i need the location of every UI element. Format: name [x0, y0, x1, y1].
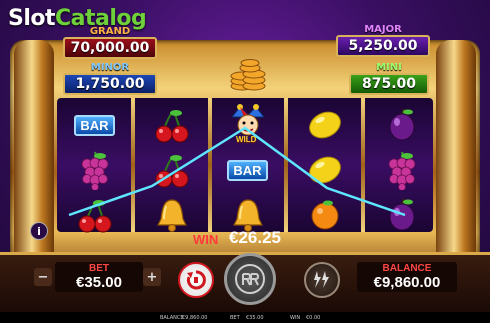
autoplay-icon: [186, 270, 206, 290]
bet-decrease-button[interactable]: −: [34, 268, 52, 286]
footer-status-bar: BALANCE €9,860.00 BET €35.00 WIN €0.00: [0, 312, 490, 323]
balance-label: BALANCE: [382, 263, 432, 274]
footer-win-label: WIN: [290, 315, 301, 321]
win-line: [68, 126, 406, 217]
spin-button[interactable]: [224, 253, 276, 305]
win-label: WIN: [193, 232, 219, 247]
footer-bet-value: €35.00: [246, 315, 264, 321]
jackpot-minor: MINOR 1,750.00: [63, 62, 157, 95]
footer-balance-value: €9,860.00: [182, 315, 208, 321]
jackpot-minor-label: MINOR: [90, 62, 130, 73]
autoplay-button[interactable]: [178, 262, 214, 298]
jackpot-mini: MINI 875.00: [349, 62, 429, 95]
bet-increase-button[interactable]: +: [143, 268, 161, 286]
footer-balance-label: BALANCE: [160, 315, 184, 321]
watermark-part1: Slot: [8, 6, 56, 31]
balance-value: €9,860.00: [373, 274, 441, 291]
balance-panel: BALANCE €9,860.00: [357, 262, 457, 292]
footer-win-value: €0.00: [306, 315, 321, 321]
footer-bet-label: BET: [230, 315, 240, 321]
jackpot-major-value: 5,250.00: [336, 35, 430, 57]
info-button[interactable]: i: [30, 222, 48, 240]
jackpot-mini-label: MINI: [376, 62, 402, 73]
bet-label: BET: [89, 263, 109, 274]
jackpot-major-label: MAJOR: [364, 24, 402, 35]
spin-icon: [235, 264, 265, 294]
frame-pillar-right: [436, 40, 476, 270]
lightning-icon: [314, 271, 329, 288]
jackpot-major: MAJOR 5,250.00: [336, 24, 430, 57]
jackpot-grand-value: 70,000.00: [63, 37, 157, 59]
jackpot-mini-value: 875.00: [349, 73, 429, 95]
bet-panel: BET €35.00: [55, 262, 143, 292]
win-amount: €26.25: [229, 228, 281, 247]
jackpot-grand-label: GRAND: [89, 26, 131, 37]
jackpot-grand: GRAND 70,000.00: [63, 26, 157, 59]
coin-stack-icon: [230, 59, 266, 91]
jackpot-minor-value: 1,750.00: [63, 73, 157, 95]
bet-value: €35.00: [76, 274, 122, 291]
turbo-button[interactable]: [304, 262, 340, 298]
